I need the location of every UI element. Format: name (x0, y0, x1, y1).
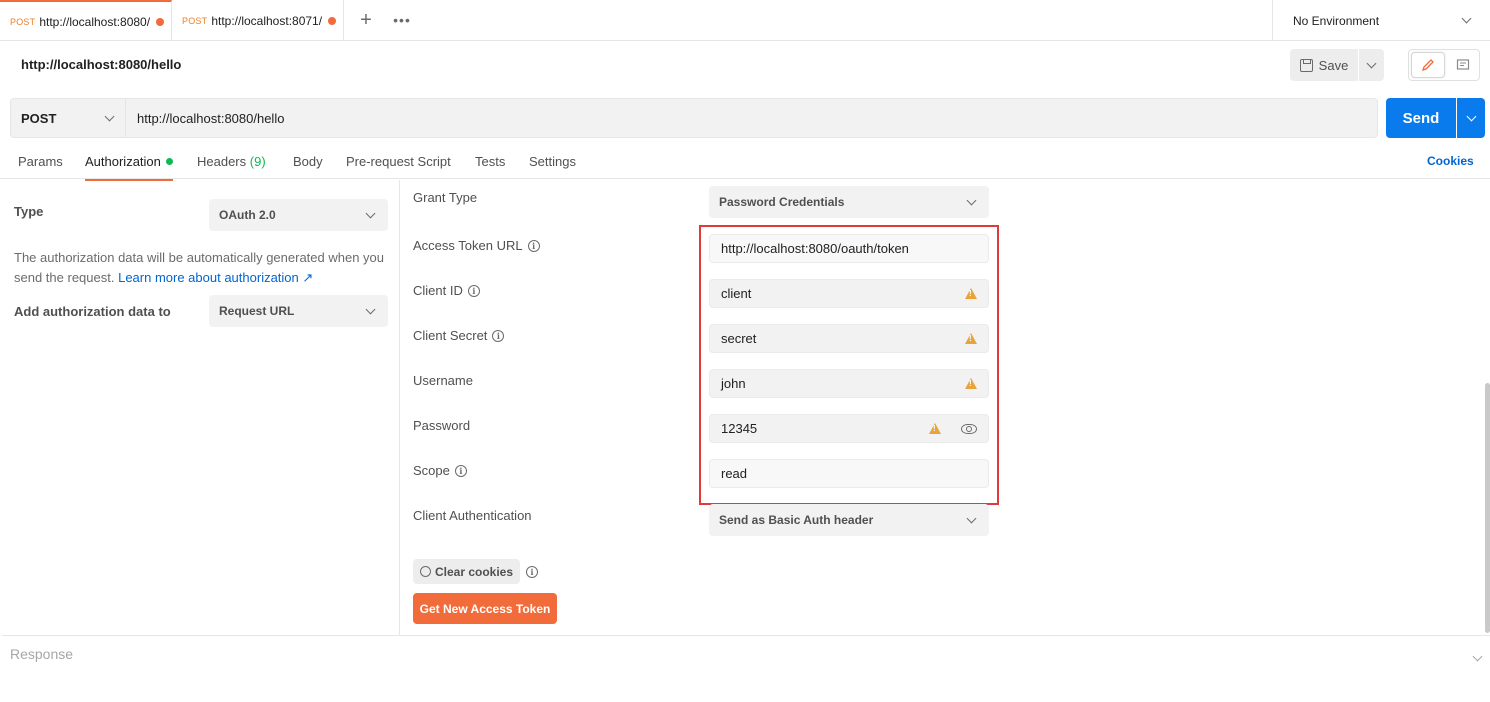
access-token-url-label: Access Token URL i (413, 238, 540, 253)
active-dot-icon (165, 158, 173, 165)
url-bar: POST (10, 98, 1378, 138)
scope-label: Scope i (413, 463, 467, 478)
tab-params[interactable]: Params (18, 154, 63, 169)
comment-icon (1456, 59, 1470, 70)
tab-authorization-label: Authorization (85, 154, 161, 169)
auth-type-select[interactable]: OAuth 2.0 (209, 199, 388, 231)
unsaved-dot-icon (156, 17, 165, 26)
info-icon[interactable]: i (526, 566, 538, 578)
chevron-down-icon (365, 304, 376, 314)
clear-cookies-label: Clear cookies (434, 564, 514, 579)
view-mode-toggle (1408, 49, 1480, 81)
request-title: http://localhost:8080/hello (21, 57, 182, 72)
clear-cookies-button[interactable]: Clear cookies (413, 559, 520, 584)
tab-headers[interactable]: Headers (9) (197, 154, 266, 169)
save-button[interactable]: Save (1290, 49, 1358, 81)
info-icon: i (492, 329, 505, 342)
environment-selector[interactable]: No Environment (1272, 0, 1490, 41)
password-label: Password (413, 418, 470, 433)
client-auth-value: Send as Basic Auth header (719, 513, 874, 527)
client-id-label-text: Client ID (413, 283, 463, 298)
chevron-down-icon (1366, 58, 1377, 68)
method-select[interactable]: POST (11, 99, 126, 137)
response-panel: Response (2, 635, 1490, 702)
environment-label: No Environment (1293, 13, 1380, 28)
headers-count: (9) (249, 154, 266, 169)
password-label-text: Password (413, 418, 471, 433)
cookie-icon (419, 566, 431, 577)
chevron-down-icon (104, 111, 115, 121)
tab-prerequest-script[interactable]: Pre-request Script (346, 154, 451, 169)
info-icon: i (454, 464, 467, 477)
request-tab-2[interactable]: POST http://localhost:8071/ (172, 0, 344, 41)
chevron-down-icon (365, 208, 376, 218)
chevron-down-icon (1472, 651, 1483, 662)
learn-more-link[interactable]: Learn more about authorization ↗ (118, 270, 313, 285)
info-icon: i (467, 284, 480, 297)
edit-mode-button[interactable] (1411, 52, 1445, 78)
chevron-down-icon (1466, 111, 1476, 121)
username-label-text: Username (413, 373, 473, 388)
get-new-access-token-button[interactable]: Get New Access Token (413, 593, 557, 624)
save-dropdown-button[interactable] (1359, 49, 1384, 81)
client-authentication-select[interactable]: Send as Basic Auth header (709, 504, 989, 536)
collapse-response-button[interactable] (1472, 648, 1483, 663)
info-icon: i (527, 239, 540, 252)
add-auth-to-label: Add authorization data to (14, 304, 171, 319)
client-auth-label-text: Client Authentication (413, 508, 532, 523)
unsaved-dot-icon (328, 16, 337, 25)
method-value: POST (21, 110, 57, 126)
auth-type-value: OAuth 2.0 (219, 208, 276, 222)
url-input[interactable] (126, 99, 1377, 137)
tab-method: POST (182, 15, 208, 26)
client-authentication-label: Client Authentication (413, 508, 532, 523)
tab-url: http://localhost:8071/ (211, 13, 323, 28)
tab-body[interactable]: Body (293, 154, 323, 169)
more-tabs-icon[interactable]: ••• (390, 8, 414, 32)
client-id-label: Client ID i (413, 283, 480, 298)
tab-headers-label: Headers (197, 154, 247, 169)
request-tab-1[interactable]: POST http://localhost:8080/ (0, 0, 172, 41)
comments-mode-button[interactable] (1447, 50, 1479, 80)
chevron-down-icon (966, 513, 977, 523)
pencil-icon (1421, 59, 1434, 72)
scrollbar[interactable] (1485, 383, 1490, 633)
tab-settings[interactable]: Settings (529, 154, 576, 169)
highlight-box (699, 225, 999, 505)
type-label: Type (14, 204, 44, 219)
send-button[interactable]: Send (1386, 98, 1456, 138)
grant-type-select[interactable]: Password Credentials (709, 186, 989, 218)
tab-bar: POST http://localhost:8080/ POST http://… (0, 0, 1490, 41)
request-tabs: Params Authorization Headers (9) Body Pr… (0, 145, 1490, 181)
auth-description: The authorization data will be automatic… (14, 248, 394, 288)
access-token-url-label-text: Access Token URL (413, 238, 523, 253)
chevron-down-icon (966, 195, 977, 205)
new-tab-plus-icon[interactable]: + (354, 8, 378, 32)
send-dropdown-button[interactable] (1457, 98, 1485, 138)
tab-tests[interactable]: Tests (475, 154, 505, 169)
cookies-link[interactable]: Cookies (1427, 154, 1474, 168)
save-label: Save (1318, 57, 1349, 73)
client-secret-label-text: Client Secret (413, 328, 488, 343)
add-auth-to-value: Request URL (219, 304, 295, 318)
chevron-down-icon (1461, 13, 1472, 24)
response-title: Response (10, 646, 74, 662)
scope-label-text: Scope (413, 463, 450, 478)
grant-type-value: Password Credentials (719, 195, 845, 209)
grant-type-label-text: Grant Type (413, 190, 478, 205)
client-secret-label: Client Secret i (413, 328, 505, 343)
tab-url: http://localhost:8080/ (39, 14, 151, 29)
tab-authorization[interactable]: Authorization (85, 154, 173, 181)
add-auth-to-select[interactable]: Request URL (209, 295, 388, 327)
grant-type-label: Grant Type (413, 190, 477, 205)
username-label: Username (413, 373, 473, 388)
auth-type-pane: Type OAuth 2.0 The authorization data wi… (2, 180, 400, 635)
save-icon (1299, 58, 1313, 72)
tab-method: POST (10, 16, 36, 27)
